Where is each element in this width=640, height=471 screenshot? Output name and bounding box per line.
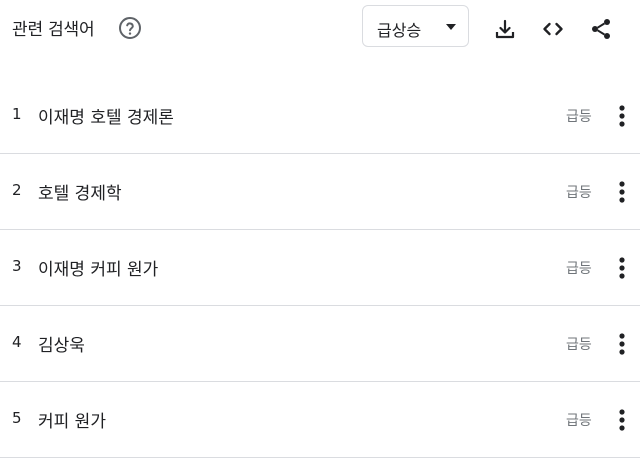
list-item[interactable]: 5 커피 원가 급등 [0,382,640,458]
list-item-rank: 5 [12,409,22,427]
widget-header: 관련 검색어 급상승 [0,0,640,56]
more-vert-icon[interactable] [614,331,630,357]
list-item-rank: 4 [12,333,22,351]
list-item[interactable]: 4 김상욱 급등 [0,306,640,382]
list-item[interactable]: 1 이재명 호텔 경제론 급등 [0,78,640,154]
list-item-status: 급등 [566,413,592,429]
caret-down-icon [446,24,456,30]
list-item-query[interactable]: 커피 원가 [38,407,106,432]
list-item[interactable]: 3 이재명 커피 원가 급등 [0,230,640,306]
help-icon[interactable] [118,16,142,40]
embed-code-icon[interactable] [541,17,565,41]
list-item-rank: 3 [12,257,22,275]
sort-dropdown[interactable]: 급상승 [362,5,469,47]
list-item[interactable]: 2 호텔 경제학 급등 [0,154,640,230]
list-item-rank: 1 [12,105,22,123]
list-item-query[interactable]: 이재명 커피 원가 [38,255,158,280]
list-item-status: 급등 [566,261,592,277]
more-vert-icon[interactable] [614,255,630,281]
list-item-status: 급등 [566,185,592,201]
more-vert-icon[interactable] [614,103,630,129]
list-item-query[interactable]: 김상욱 [38,331,85,356]
list-item-query[interactable]: 호텔 경제학 [38,179,122,204]
list-item-status: 급등 [566,109,592,125]
share-icon[interactable] [589,17,613,41]
sort-dropdown-value: 급상승 [377,21,422,40]
list-item-rank: 2 [12,181,22,199]
list-item-status: 급등 [566,337,592,353]
more-vert-icon[interactable] [614,179,630,205]
related-queries-list: 1 이재명 호텔 경제론 급등 2 호텔 경제학 급등 3 이재명 커피 원가 급등 4 김상욱 급등… [0,78,640,458]
more-vert-icon[interactable] [614,407,630,433]
download-icon[interactable] [493,17,517,41]
widget-title: 관련 검색어 [12,20,95,40]
list-item-query[interactable]: 이재명 호텔 경제론 [38,103,174,128]
